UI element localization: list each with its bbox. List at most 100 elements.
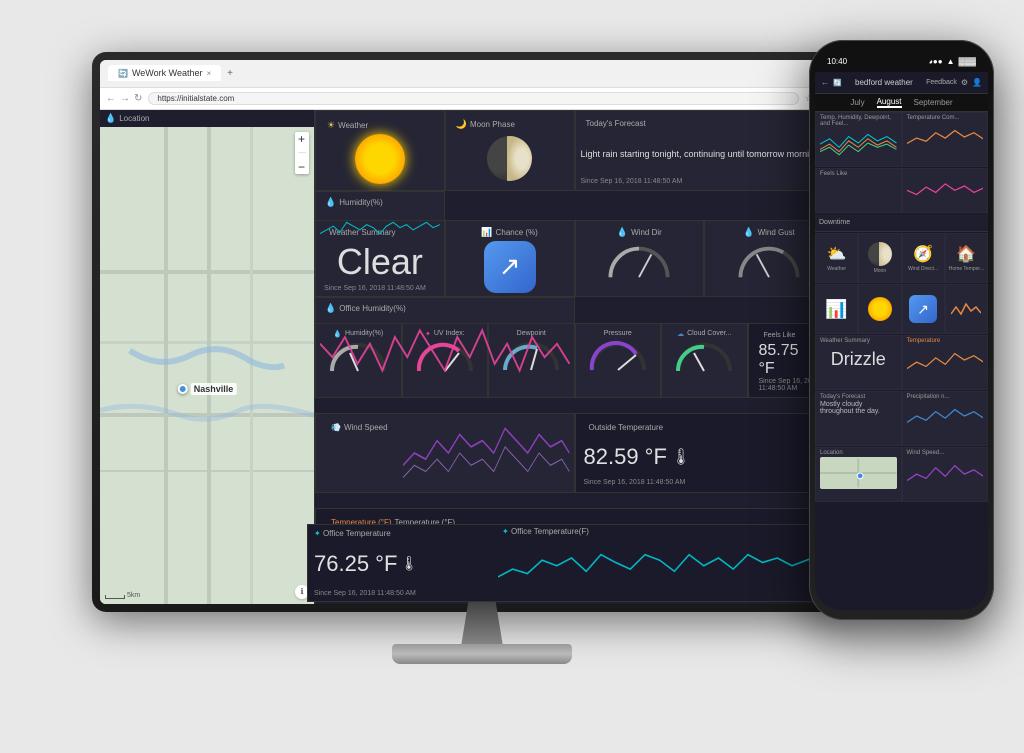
office-thermo-icon: 🌡 — [400, 555, 418, 572]
phone-time: 10:40 — [827, 57, 847, 66]
feedback-button[interactable]: Feedback — [926, 79, 957, 86]
map-tile[interactable]: + — − Nashville 5km — [100, 127, 314, 604]
phone-sun-display — [868, 297, 892, 321]
pressure-header: Pressure — [599, 327, 637, 340]
phone-notch — [872, 50, 932, 66]
phone-ws-label: Weather Summary — [820, 338, 897, 344]
scale-label: 5km — [127, 592, 140, 599]
phone-bar-icon-tile: 📊 — [815, 284, 858, 334]
phone-temp-com: Temperature Com... — [902, 112, 989, 167]
phone-weather-summary-tile: Weather Summary Drizzle — [815, 335, 902, 390]
forecast-label: Today's Forecast — [586, 119, 646, 128]
office-temp2-header: ✦ Office Temperature — [314, 529, 492, 538]
phone-precip-label: Precipitation n... — [907, 394, 984, 400]
humidity-label: Humidity(%) — [339, 198, 383, 207]
office-temp-chart-header: ✦ Office Temperature(F) — [498, 525, 841, 538]
cloud-tile: ☁ Cloud Cover... — [661, 323, 748, 398]
phone-tab-bar: July August September — [815, 94, 988, 112]
wind-speed-icon: 💨 — [331, 423, 341, 432]
city-label: Nashville — [191, 383, 237, 395]
weather-icon: ☀ — [327, 120, 335, 131]
map-zoom-controls[interactable]: + — − — [295, 132, 309, 174]
moon-tile: 🌙 Moon Phase — [445, 110, 575, 191]
phone-user-icon[interactable]: 👤 — [972, 78, 982, 87]
tab-august[interactable]: August — [877, 97, 902, 108]
cloud-header: ☁ Cloud Cover... — [672, 327, 736, 341]
tab-july[interactable]: July — [850, 98, 864, 107]
phone-drizzle-row: Weather Summary Drizzle Temperature — [815, 335, 988, 390]
office-temp2-value: 76.25 °F 🌡 — [314, 538, 492, 590]
monitor-screen: 🔄 WeWork Weather × + ← → ↻ https://initi… — [100, 60, 834, 604]
phone-arrow-display: ↗ — [909, 295, 937, 323]
refresh-button[interactable]: ↻ — [134, 93, 142, 104]
phone-wind-icon-tile: 🧭 Wind Direct... — [902, 233, 945, 283]
phone-content: Temp, Humidity, Dewpoint, and Feel... Te… — [815, 112, 988, 610]
tab-september[interactable]: September — [914, 98, 953, 107]
office-humidity-header: 💧 Office Humidity(%) — [320, 300, 570, 317]
office-temp2-since: Since Sep 16, 2018 11:48:50 AM — [314, 590, 492, 597]
sun-icon — [355, 134, 405, 184]
weather-tile: ☀ Weather — [315, 110, 445, 191]
phone-bottom-row: Location Wind Speed... — [815, 447, 988, 502]
zoom-out-icon[interactable]: − — [298, 160, 306, 174]
humidity-icon: 💧 — [325, 197, 336, 208]
phone-home-temp-tile: 🏠 Home Temper... — [945, 233, 988, 283]
back-button[interactable]: ← — [106, 93, 116, 104]
humidity-header: 💧 Humidity(%) — [320, 194, 440, 211]
wind-gust-label: Wind Gust — [758, 228, 795, 237]
phone-cloud-icon: ⛅ — [827, 244, 847, 264]
browser-tab[interactable]: 🔄 WeWork Weather × — [108, 65, 221, 81]
humidity-chart-tile: 💧 Humidity(%) — [315, 191, 445, 256]
wind-gust-header: 💧 Wind Gust — [738, 224, 800, 241]
browser-logo: 🔄 — [118, 69, 128, 78]
wind-dir-label: Wind Dir — [631, 228, 662, 237]
phone-app-title: bedford weather — [846, 78, 922, 87]
outside-temp-tile: Outside Temperature 82.59 °F 🌡 Since Sep… — [575, 413, 835, 493]
location-label: Location — [119, 114, 149, 123]
chance-icon: 📊 — [481, 227, 492, 238]
outside-thermo-icon: 🌡 — [671, 447, 691, 467]
chance-tile: 📊 Chance (%) ↗ — [445, 220, 575, 297]
phone-drizzle-value: Drizzle — [820, 345, 897, 374]
phone-settings-icon[interactable]: ⚙ — [961, 78, 968, 87]
wifi-icon: ▲ — [947, 57, 955, 66]
cloud-label: Cloud Cover... — [687, 330, 731, 337]
new-tab-button[interactable]: + — [227, 68, 233, 79]
tab-close-button[interactable]: × — [207, 69, 212, 78]
wind-gust-icon: 💧 — [743, 227, 754, 238]
monitor: 🔄 WeWork Weather × + ← → ↻ https://initi… — [92, 52, 872, 702]
phone-icons-row: ⛅ Weather Moon 🧭 Wind Direct... — [815, 233, 988, 283]
phone-icons-row2: 📊 ↗ — [815, 284, 988, 334]
moon-phase-display — [487, 136, 532, 181]
office-humidity-chart — [320, 317, 570, 391]
map-background: + — − Nashville 5km — [100, 127, 314, 604]
phone-downtime-row: Downtime — [815, 214, 988, 232]
phone-precipitation-tile: Precipitation n... — [902, 391, 989, 446]
forward-button[interactable]: → — [120, 93, 130, 104]
office-temp-row: ✦ Office Temperature 76.25 °F 🌡 Since Se… — [307, 524, 842, 602]
phone-app-logo: 🔄 — [833, 79, 842, 87]
downtime-label: Downtime — [815, 217, 854, 228]
phone-wind-dir-icon: 🧭 — [913, 244, 933, 264]
wind-speed-tile: 💨 Wind Speed — [315, 413, 575, 493]
pressure-label: Pressure — [604, 330, 632, 337]
outside-temp-label: Outside Temperature — [589, 423, 664, 432]
wind-speed-header: 💨 Wind Speed — [326, 420, 397, 435]
wind-speed-chart — [403, 416, 569, 490]
outside-temp-since: Since Sep 16, 2018 11:48:50 AM — [584, 479, 766, 486]
moon-header: 🌙 Moon Phase — [451, 116, 569, 133]
phone-forecast-text: Mostly cloudy throughout the day. — [820, 401, 897, 415]
phone-forecast-label: Today's Forecast — [820, 394, 897, 400]
battery-icon: ▓▓▓ — [959, 57, 977, 66]
phone-multi-label: Temp, Humidity, Dewpoint, and Feel... — [820, 115, 897, 127]
zoom-in-icon[interactable]: + — [298, 132, 306, 146]
phone-back-icon[interactable]: ← — [821, 78, 829, 87]
moon-label: Moon Phase — [470, 120, 515, 129]
feels-label: Feels Like — [764, 332, 796, 339]
url-bar[interactable]: https://initialstate.com — [148, 92, 799, 105]
phone-moon-icon-tile: Moon — [858, 233, 901, 283]
nav-arrows: ← → ↻ — [106, 93, 142, 104]
phone-home-icon: 🏠 — [956, 244, 976, 264]
summary-since: Since Sep 16, 2018 11:48:50 AM — [324, 285, 436, 292]
phone-location-label: Location — [820, 450, 897, 456]
